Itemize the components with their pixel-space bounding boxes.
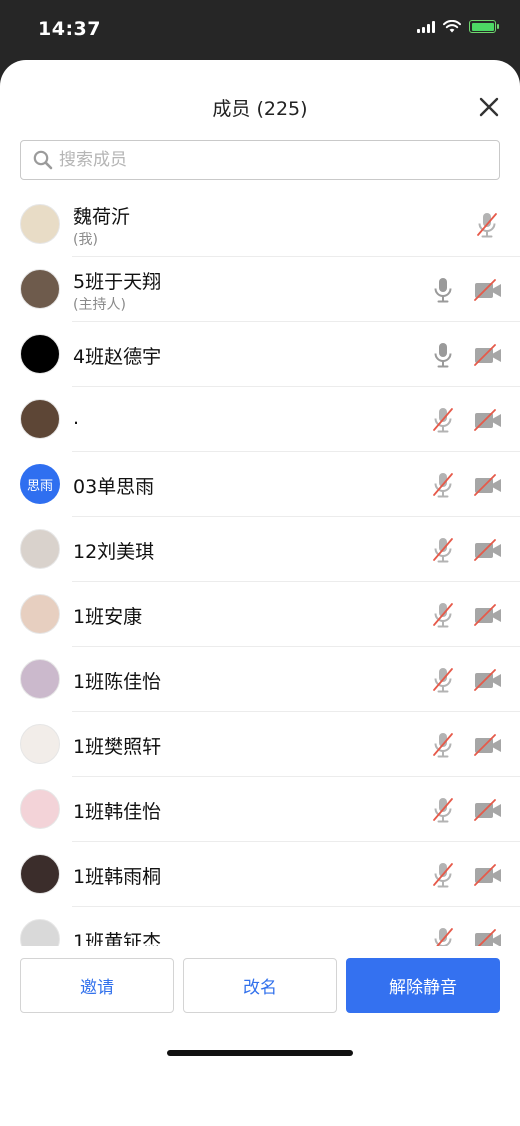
member-role: (主持人)	[73, 297, 126, 313]
camera-off-icon[interactable]	[474, 669, 502, 691]
microphone-muted-icon[interactable]	[430, 731, 456, 759]
camera-off-icon[interactable]	[474, 279, 502, 301]
member-name: 魏荷沂	[73, 206, 131, 228]
microphone-muted-icon[interactable]	[430, 601, 456, 629]
microphone-muted-icon[interactable]	[474, 211, 500, 239]
status-icons	[417, 20, 499, 33]
avatar	[20, 724, 60, 764]
status-time: 14:37	[38, 18, 101, 40]
avatar	[20, 399, 60, 439]
list-item[interactable]: 1班樊照轩	[0, 712, 520, 777]
microphone-muted-icon[interactable]	[430, 796, 456, 824]
member-name: .	[73, 407, 80, 429]
avatar-text: 思雨	[26, 478, 53, 494]
camera-off-icon[interactable]	[474, 474, 502, 496]
microphone-icon[interactable]	[430, 341, 456, 369]
microphone-muted-icon[interactable]	[430, 406, 456, 434]
signal-icon	[417, 20, 435, 33]
member-name: 1班韩雨桐	[73, 866, 162, 888]
avatar	[20, 334, 60, 374]
invite-button[interactable]: 邀请	[20, 958, 174, 1013]
unmute-button[interactable]: 解除静音	[346, 958, 500, 1013]
avatar	[20, 529, 60, 569]
microphone-muted-icon[interactable]	[430, 861, 456, 889]
member-role: (我)	[73, 232, 98, 248]
list-item[interactable]: 思雨 03单思雨	[0, 452, 520, 517]
microphone-muted-icon[interactable]	[430, 471, 456, 499]
list-item[interactable]: .	[0, 387, 520, 452]
list-item[interactable]: 12刘美琪	[0, 517, 520, 582]
member-name: 4班赵德宇	[73, 346, 162, 368]
avatar	[20, 269, 60, 309]
list-item[interactable]: 1班陈佳怡	[0, 647, 520, 712]
member-name: 5班于天翔	[73, 271, 162, 293]
home-indicator	[167, 1050, 353, 1056]
search-box[interactable]	[20, 140, 500, 180]
wifi-icon	[443, 20, 461, 33]
member-name: 03单思雨	[73, 476, 155, 498]
camera-off-icon[interactable]	[474, 799, 502, 821]
battery-icon	[469, 20, 499, 33]
list-item[interactable]: 1班韩雨桐	[0, 842, 520, 907]
member-name: 1班陈佳怡	[73, 671, 162, 693]
camera-off-icon[interactable]	[474, 734, 502, 756]
microphone-muted-icon[interactable]	[430, 666, 456, 694]
avatar: 思雨	[20, 464, 60, 504]
avatar	[20, 204, 60, 244]
avatar	[20, 594, 60, 634]
camera-off-icon[interactable]	[474, 409, 502, 431]
avatar	[20, 659, 60, 699]
list-item[interactable]: 1班韩佳怡	[0, 777, 520, 842]
bottom-action-bar: 邀请 改名 解除静音	[0, 946, 520, 1066]
camera-off-icon[interactable]	[474, 344, 502, 366]
avatar	[20, 789, 60, 829]
member-name: 1班韩佳怡	[73, 801, 162, 823]
member-list: 魏荷沂 (我) 5班于天翔 (主持人) 4班赵德宇 . 思雨 03单思雨 12刘美琪 …	[0, 192, 520, 1006]
camera-off-icon[interactable]	[474, 539, 502, 561]
camera-off-icon[interactable]	[474, 604, 502, 626]
list-item[interactable]: 1班安康	[0, 582, 520, 647]
avatar	[20, 854, 60, 894]
microphone-muted-icon[interactable]	[430, 536, 456, 564]
close-icon[interactable]	[478, 96, 500, 118]
search-icon	[33, 150, 53, 170]
status-bar: 14:37	[0, 0, 520, 60]
member-name: 12刘美琪	[73, 541, 155, 563]
rename-button[interactable]: 改名	[183, 958, 337, 1013]
search-input[interactable]	[59, 150, 479, 170]
page-title: 成员 (225)	[212, 98, 308, 120]
member-name: 1班安康	[73, 606, 143, 628]
microphone-icon[interactable]	[430, 276, 456, 304]
camera-off-icon[interactable]	[474, 864, 502, 886]
list-item[interactable]: 5班于天翔 (主持人)	[0, 257, 520, 322]
member-name: 1班樊照轩	[73, 736, 162, 758]
list-item[interactable]: 4班赵德宇	[0, 322, 520, 387]
list-item[interactable]: 魏荷沂 (我)	[0, 192, 520, 257]
